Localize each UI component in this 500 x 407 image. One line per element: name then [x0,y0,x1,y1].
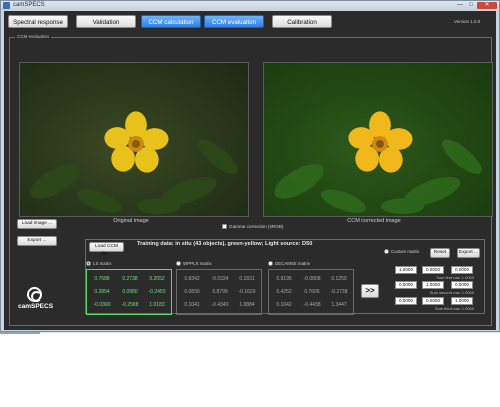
custom-cell-input[interactable]: 0.0000 [422,266,444,274]
version-label: Version 1.0.0 [454,19,481,24]
matrix-cell: 0.0980 [122,289,138,295]
gamma-checkbox-box[interactable] [222,224,227,229]
app-icon [3,2,10,9]
maximize-button[interactable]: □ [466,2,476,9]
matrix-radio-wppls[interactable]: WPPLS matrix [176,261,212,266]
matrix-cell: 0.0830 [184,289,200,295]
sum-third-row: Sum third row: 1.0000 [434,306,474,311]
flower-image-original [30,111,238,215]
load-image-button[interactable]: Load image ... [17,219,57,229]
sum-first-row: Sum first row: 1.0000 [436,275,474,280]
minimize-button[interactable]: — [455,2,465,9]
matrix-wppls: 0.8342 -0.0334 0.1831 0.0830 0.8799 -0.1… [176,269,262,315]
custom-matrix-label: Custom matrix [391,249,420,254]
matrix-cell: 0.7606 [304,289,320,295]
client-area: Spectral response Validation CCM calcula… [4,11,496,330]
matrix-radio-decamse[interactable]: DECAMSE matrix [268,261,310,266]
original-image [19,62,249,217]
tab-validation[interactable]: Validation [76,15,136,28]
matrix-cell: -0.2738 [330,289,348,295]
tab-ccm-calculation[interactable]: CCM calculation [141,15,201,28]
matrix-cell: -0.2588 [121,302,139,308]
camspecs-logo: camSPECS [18,287,54,327]
matrix-cell: 0.1042 [276,302,292,308]
matrix-ls: 0.7688 0.2738 0.2652 0.2854 0.0980 -0.24… [86,269,172,315]
logo-icon [26,287,42,302]
export-image-button[interactable]: Export ... [17,236,57,246]
matrix-label-ls: LS matrix [93,261,112,266]
custom-cell-input[interactable]: 1.0000 [422,281,444,289]
custom-cell-input[interactable]: 0.0000 [422,297,444,305]
matrix-cell: 0.1831 [239,276,255,282]
matrix-cell: -0.2450 [148,289,166,295]
sum-second-row: Sum second row: 1.0000 [429,290,474,295]
apply-matrix-button[interactable]: >> [361,284,379,298]
matrix-cell: 0.2652 [149,276,165,282]
reset-button[interactable]: Reset [430,248,450,258]
matrix-cell: 0.2854 [94,289,110,295]
radio-ls[interactable] [86,261,91,266]
matrix-cell: -0.1629 [238,289,256,295]
matrix-cell: 1.3447 [331,302,347,308]
matrix-cell: 0.2738 [122,276,138,282]
matrix-label-decamse: DECAMSE matrix [275,261,310,266]
export-matrix-button[interactable]: Export ... [457,248,480,258]
radio-decamse[interactable] [268,261,273,266]
custom-cell-input[interactable]: 0.0000 [395,281,417,289]
radio-wppls[interactable] [176,261,181,266]
custom-cell-input[interactable]: 0.0000 [451,281,473,289]
app-window: camSPECS — □ ✕ Spectral response Validat… [0,0,500,332]
tab-ccm-evaluation[interactable]: CCM evaluation [204,15,264,28]
divider [0,332,500,333]
matrix-radio-custom[interactable]: Custom matrix [384,249,419,254]
flower-image-corrected [274,111,482,215]
matrix-cell: 0.1041 [184,302,200,308]
matrix-radio-ls[interactable]: LS matrix [86,261,112,266]
custom-cell-input[interactable]: 0.0000 [451,266,473,274]
gamma-correction-checkbox[interactable]: Gamma correction (sRGB) [222,224,283,229]
matrix-cell: -0.4340 [211,302,229,308]
matrix-cell: -0.0390 [93,302,111,308]
tab-calibration[interactable]: Calibration [272,15,332,28]
original-image-caption: Original image [113,218,149,224]
gamma-checkbox-label: Gamma correction (sRGB) [229,224,284,229]
group-label: CCM evaluation [15,34,52,39]
matrix-label-wppls: WPPLS matrix [183,261,212,266]
matrix-cell: 1.0183 [149,302,165,308]
matrix-cell: 0.1250 [331,276,347,282]
matrix-cell: 1.0884 [239,302,255,308]
matrix-cell: 0.7688 [94,276,110,282]
tab-spectral-response[interactable]: Spectral response [8,15,68,28]
matrix-cell: -0.0334 [211,276,229,282]
corrected-image [263,62,493,217]
matrix-cell: 0.8342 [184,276,200,282]
custom-cell-input[interactable]: 0.0000 [395,297,417,305]
matrix-decamse: 0.9195 -0.0808 0.1250 0.4252 0.7606 -0.2… [268,269,354,315]
matrix-cell: 0.4252 [276,289,292,295]
logo-text: camSPECS [18,303,54,310]
matrix-cell: -0.4438 [303,302,321,308]
title-bar: camSPECS — □ ✕ [1,1,499,10]
corrected-image-caption: CCM corrected image [347,218,401,224]
custom-cell-input[interactable]: 1.0000 [451,297,473,305]
training-data-text: Training data: in situ (43 objects), gre… [137,241,313,247]
radio-custom[interactable] [384,249,389,254]
matrix-cell: 0.8799 [212,289,228,295]
window-title: camSPECS [13,2,45,8]
matrix-cell: -0.0808 [303,276,321,282]
custom-cell-input[interactable]: 1.0000 [395,266,417,274]
load-ccm-file-button[interactable]: Load CCM file... [89,242,124,257]
matrix-cell: 0.9195 [276,276,292,282]
close-button[interactable]: ✕ [477,2,497,9]
taskbar-fragment [0,332,40,334]
